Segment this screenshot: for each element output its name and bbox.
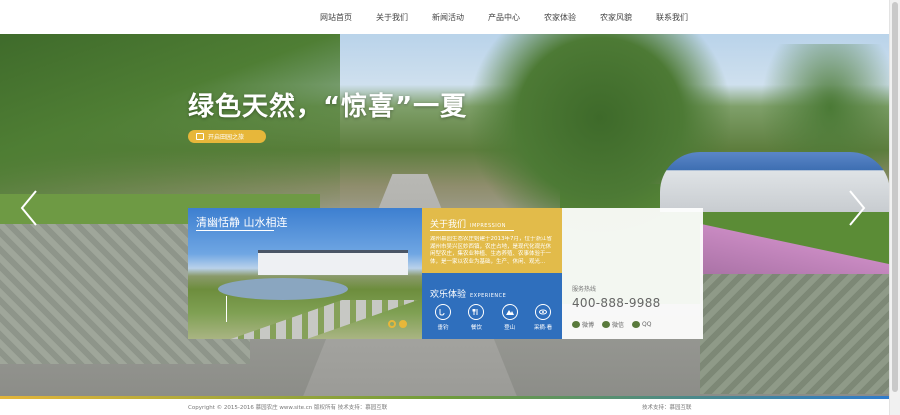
- about-heading: 关于我们 IMPRESSION: [430, 217, 506, 230]
- footer: Copyright © 2015-2016 慕园农庄 www.site.cn 版…: [0, 399, 890, 415]
- experience-heading: 欢乐体验 EXPERIENCE: [430, 287, 506, 300]
- footer-tech-support[interactable]: 技术支持：慕园互联: [642, 403, 692, 411]
- about-description: 湖州慕园生态农庄始建于2013年7月，位于浙江省湖州市吴兴区妙西镇，农庄占地，是…: [430, 236, 552, 265]
- about-title: 关于我们: [430, 220, 467, 230]
- experience-subtitle: EXPERIENCE: [470, 293, 507, 299]
- experience-item-fishing[interactable]: 垂钓: [428, 304, 458, 331]
- scenery-photo-card[interactable]: 清幽恬静 山水相连: [188, 208, 422, 339]
- social-wechat[interactable]: 微信: [602, 320, 624, 329]
- experience-item-label: 采摘·看: [533, 325, 553, 331]
- experience-item-label: 登山: [504, 325, 516, 331]
- chevron-right-icon: [849, 190, 866, 226]
- nav-item-experience[interactable]: 农家体验: [532, 12, 588, 23]
- info-panel: 清幽恬静 山水相连 关于我们 IMPRESSION 湖州慕园生态农庄始建于2013…: [188, 208, 703, 339]
- start-journey-button[interactable]: 开启田园之旅: [188, 130, 266, 143]
- top-navigation-bar: 网站首页 关于我们 新闻活动 产品中心 农家体验 农家风貌 联系我们: [0, 0, 890, 34]
- page-scrollbar[interactable]: [889, 0, 900, 415]
- experience-item-label: 餐饮: [470, 325, 482, 331]
- experience-icons: 垂钓 餐饮 登山 采摘·看: [428, 304, 558, 331]
- fishing-icon: [435, 304, 451, 320]
- slider-prev-button[interactable]: [18, 188, 40, 228]
- nav-item-contact[interactable]: 联系我们: [644, 12, 700, 23]
- nav-item-scenery[interactable]: 农家风貌: [588, 12, 644, 23]
- pager-dot-active[interactable]: [399, 320, 407, 328]
- social-wechat-label: 微信: [612, 322, 625, 329]
- nav-item-about[interactable]: 关于我们: [364, 12, 420, 23]
- scrollbar-thumb[interactable]: [892, 2, 898, 392]
- wechat-icon: [602, 321, 611, 328]
- hotline-number[interactable]: 400-888-9988: [572, 296, 661, 310]
- qq-icon: [632, 321, 641, 328]
- photo-card-divider: [226, 296, 227, 322]
- footer-copyright: Copyright © 2015-2016 慕园农庄 www.site.cn 版…: [188, 405, 388, 411]
- photo-card-title: 清幽恬静 山水相连: [196, 216, 288, 229]
- hero-title: 绿色天然，“惊喜”一夏: [188, 92, 468, 122]
- start-journey-label: 开启田园之旅: [208, 134, 245, 141]
- climbing-icon: [501, 304, 518, 320]
- dining-icon: [468, 304, 485, 320]
- experience-item-view[interactable]: 采摘·看: [528, 304, 558, 331]
- photo-card-underline: [196, 230, 274, 231]
- experience-item-climbing[interactable]: 登山: [495, 304, 525, 331]
- eye-icon: [534, 304, 551, 320]
- hotline-label: 服务热线: [572, 286, 597, 293]
- social-weibo[interactable]: 微博: [572, 320, 594, 329]
- slider-next-button[interactable]: [846, 188, 868, 228]
- about-card[interactable]: 关于我们 IMPRESSION 湖州慕园生态农庄始建于2013年7月，位于浙江省湖…: [422, 208, 562, 273]
- hero-trees-left: [0, 34, 340, 214]
- social-links: 微博 微信 QQ: [572, 320, 651, 329]
- experience-item-label: 垂钓: [437, 325, 449, 331]
- chevron-left-icon: [20, 190, 37, 226]
- experience-card: 欢乐体验 EXPERIENCE 垂钓 餐饮 登山 采摘·看: [422, 273, 562, 339]
- hero-paving-right: [700, 274, 890, 394]
- social-qq[interactable]: QQ: [632, 320, 651, 329]
- experience-title: 欢乐体验: [430, 290, 467, 300]
- photo-pager: [388, 320, 407, 328]
- photo-pond: [218, 278, 348, 300]
- weibo-icon: [572, 321, 580, 328]
- calendar-icon: [196, 133, 204, 140]
- nav-item-products[interactable]: 产品中心: [476, 12, 532, 23]
- nav-item-home[interactable]: 网站首页: [308, 12, 364, 23]
- main-nav: 网站首页 关于我们 新闻活动 产品中心 农家体验 农家风貌 联系我们: [308, 0, 700, 34]
- photo-building: [258, 250, 408, 275]
- social-weibo-label: 微博: [582, 322, 595, 329]
- nav-item-news[interactable]: 新闻活动: [420, 12, 476, 23]
- social-qq-label: QQ: [642, 321, 652, 328]
- about-subtitle: IMPRESSION: [470, 223, 506, 229]
- pager-dot[interactable]: [388, 320, 396, 328]
- contact-card: 服务热线 400-888-9988 微博 微信 QQ: [562, 208, 703, 339]
- about-divider: [430, 230, 514, 231]
- experience-item-dining[interactable]: 餐饮: [461, 304, 491, 331]
